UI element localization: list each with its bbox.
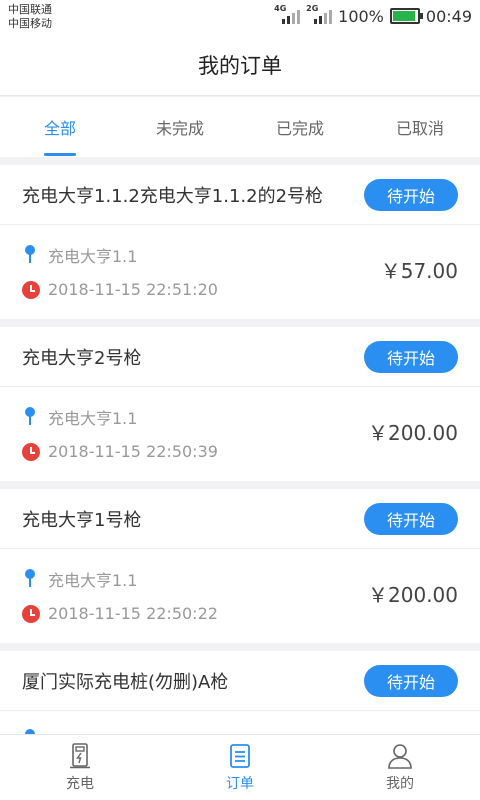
carrier-labels: 中国联通 中国移动 xyxy=(8,3,52,31)
location-pin-icon xyxy=(22,407,38,427)
nav-item-profile[interactable]: 我的 xyxy=(320,735,480,800)
order-title: 厦门实际充电桩(勿删)A枪 xyxy=(22,671,229,693)
order-card-body: 充电大亨1.1 2018-11-15 22:50:22 ￥200.00 xyxy=(0,549,480,643)
order-status-button[interactable]: 待开始 xyxy=(364,664,458,697)
order-title: 充电大亨1.1.2充电大亨1.1.2的2号枪 xyxy=(22,185,324,207)
order-station: 充电大亨1.1 xyxy=(48,571,138,590)
order-status-button[interactable]: 待开始 xyxy=(364,178,458,211)
order-time: 2018-11-15 22:51:20 xyxy=(48,280,218,299)
battery-percent: 100% xyxy=(338,6,384,26)
order-status-button[interactable]: 待开始 xyxy=(364,340,458,373)
tab-all[interactable]: 全部 xyxy=(0,97,120,157)
clock-icon xyxy=(22,604,40,623)
carrier-2: 中国移动 xyxy=(8,17,52,30)
orders-icon xyxy=(230,744,250,768)
signal-2g-icon: 2G xyxy=(306,4,333,26)
order-title: 充电大亨2号枪 xyxy=(22,347,142,369)
page-title: 我的订单 xyxy=(198,53,282,78)
order-card[interactable]: 充电大亨2号枪 待开始 充电大亨1.1 2018-11-15 22:50:39 … xyxy=(0,327,480,481)
clock-icon xyxy=(22,442,40,461)
order-card-body: 充电大亨1.1 2018-11-15 22:50:39 ￥200.00 xyxy=(0,387,480,481)
order-time: 2018-11-15 22:50:22 xyxy=(48,604,218,623)
nav-label-profile: 我的 xyxy=(386,776,414,792)
order-station-row: 充电大亨1.1 xyxy=(22,405,137,429)
order-price: ￥200.00 xyxy=(368,421,458,445)
clock-time: 00:49 xyxy=(425,6,472,26)
order-price: ￥200.00 xyxy=(368,583,458,607)
order-card-header: 充电大亨1号枪 待开始 xyxy=(0,489,480,549)
order-station: 充电大亨1.1 xyxy=(48,247,138,266)
order-card-body: 充电大亨1.1 2018-11-15 22:51:20 ￥57.00 xyxy=(0,225,480,319)
tab-completed[interactable]: 已完成 xyxy=(240,97,360,157)
order-time-row: 2018-11-15 22:51:20 xyxy=(22,280,218,299)
charger-icon xyxy=(70,743,90,769)
order-station-row: 充电大亨1.1 xyxy=(22,243,137,267)
carrier-1: 中国联通 xyxy=(8,3,52,16)
order-price: ￥57.00 xyxy=(380,259,458,283)
order-time: 2018-11-15 22:50:39 xyxy=(48,442,218,461)
order-status-button[interactable]: 待开始 xyxy=(364,502,458,535)
order-card[interactable]: 充电大亨1号枪 待开始 充电大亨1.1 2018-11-15 22:50:22 … xyxy=(0,489,480,643)
order-time-row: 2018-11-15 22:50:39 xyxy=(22,442,218,461)
nav-label-orders: 订单 xyxy=(226,776,254,792)
order-time-row: 2018-11-15 22:50:22 xyxy=(22,604,218,623)
status-bar: 中国联通 中国移动 4G 2G 100% 00:49 xyxy=(0,0,480,34)
order-title: 充电大亨1号枪 xyxy=(22,509,142,531)
location-pin-icon xyxy=(22,245,38,265)
profile-icon xyxy=(388,744,412,769)
order-list: 充电大亨1.1.2充电大亨1.1.2的2号枪 待开始 充电大亨1.1 2018-… xyxy=(0,165,480,800)
clock-icon xyxy=(22,280,40,299)
nav-label-charge: 充电 xyxy=(66,776,94,792)
battery-icon xyxy=(389,8,423,24)
location-pin-icon xyxy=(22,569,38,589)
order-station: 充电大亨1.1 xyxy=(48,409,138,428)
order-card-header: 厦门实际充电桩(勿删)A枪 待开始 xyxy=(0,651,480,711)
order-tabs: 全部 未完成 已完成 已取消 xyxy=(0,97,480,157)
order-card[interactable]: 充电大亨1.1.2充电大亨1.1.2的2号枪 待开始 充电大亨1.1 2018-… xyxy=(0,165,480,319)
nav-item-charge[interactable]: 充电 xyxy=(0,735,160,800)
signal-4g-icon: 4G xyxy=(274,4,301,26)
tab-incomplete[interactable]: 未完成 xyxy=(120,97,240,157)
bottom-nav: 充电 订单 我的 xyxy=(0,734,480,800)
nav-item-orders[interactable]: 订单 xyxy=(160,735,320,800)
tab-cancelled[interactable]: 已取消 xyxy=(360,97,480,157)
order-card-header: 充电大亨1.1.2充电大亨1.1.2的2号枪 待开始 xyxy=(0,165,480,225)
status-indicators: 4G 2G 100% 00:49 xyxy=(274,4,472,27)
page-header: 我的订单 xyxy=(0,34,480,96)
order-station-row: 充电大亨1.1 xyxy=(22,567,137,591)
order-card-header: 充电大亨2号枪 待开始 xyxy=(0,327,480,387)
